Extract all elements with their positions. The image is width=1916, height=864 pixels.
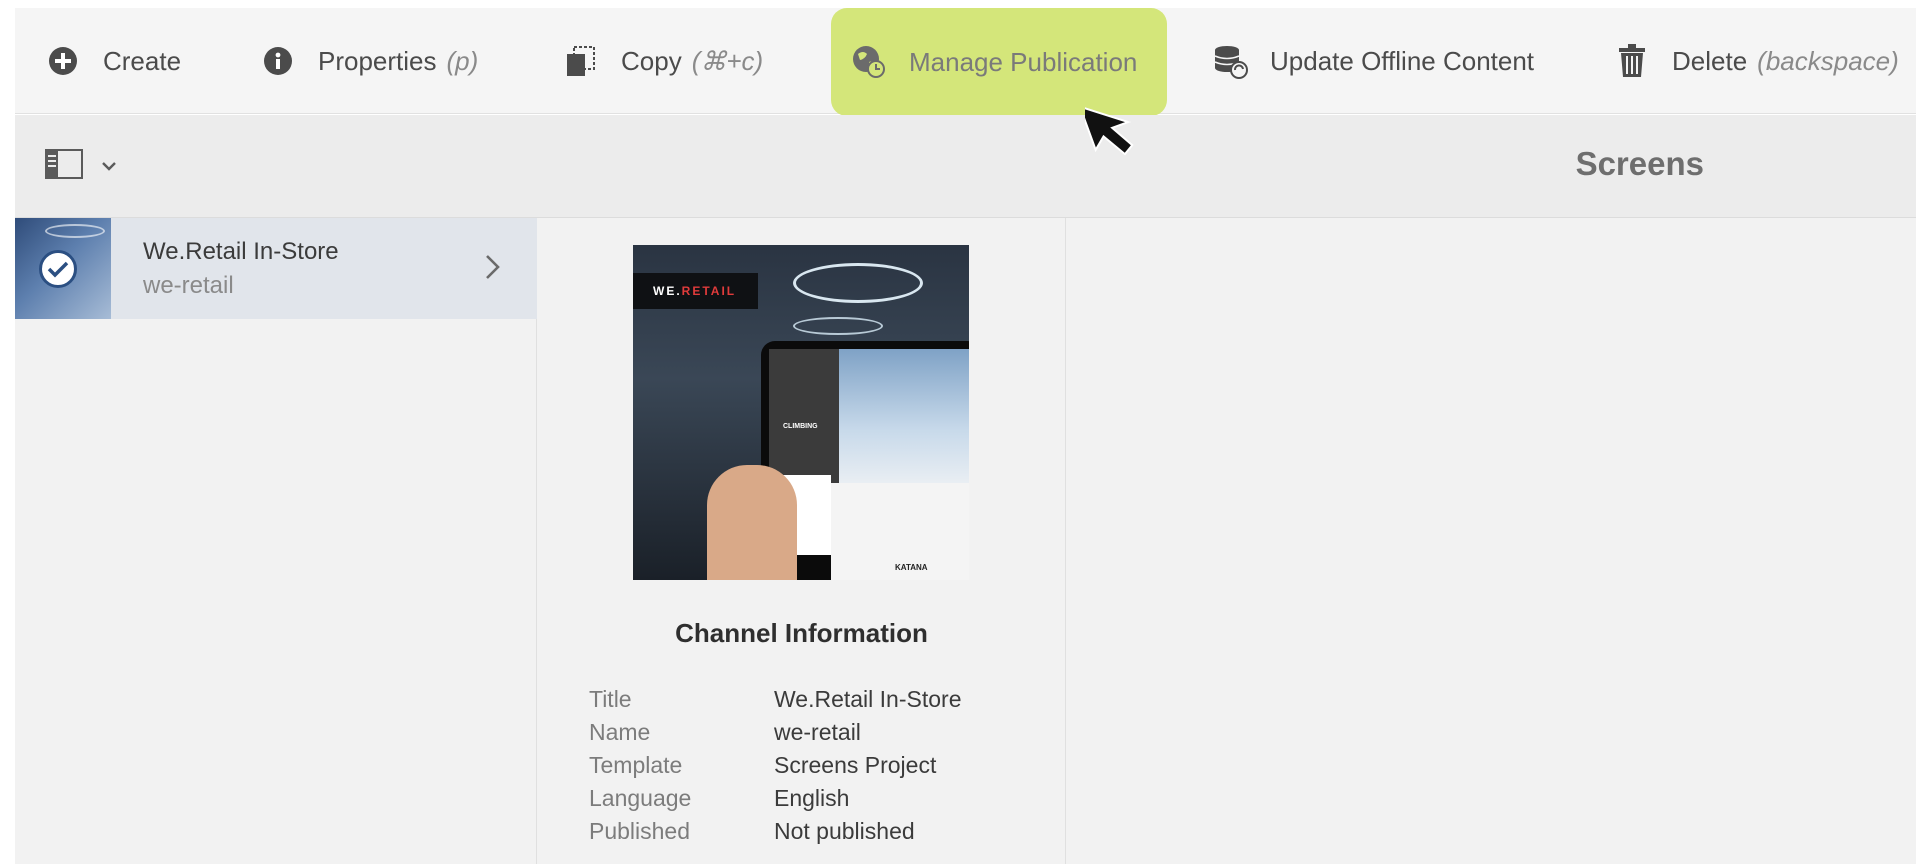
plus-circle-icon — [45, 43, 81, 79]
details-value: we-retail — [774, 719, 861, 745]
globe-clock-icon — [851, 44, 887, 80]
update-offline-content-label: Update Offline Content — [1270, 45, 1535, 76]
details-value: Screens Project — [774, 752, 937, 778]
properties-shortcut: (p) — [446, 45, 479, 76]
details-row: Name we-retail — [589, 716, 961, 749]
details-label: Language — [589, 785, 692, 811]
details-value: English — [774, 785, 850, 811]
details-row: Published Not published — [589, 815, 961, 848]
preview-tag: CLIMBING — [783, 423, 818, 430]
chevron-down-icon — [101, 158, 117, 176]
manage-publication-label: Manage Publication — [909, 46, 1138, 77]
details-label: Name — [589, 719, 651, 745]
delete-shortcut: (backspace) — [1757, 45, 1899, 76]
details-row: Template Screens Project — [589, 749, 961, 782]
item-title: We.Retail In-Store — [143, 238, 339, 265]
details-row: Title We.Retail In-Store — [589, 683, 961, 716]
column-empty — [1066, 218, 1916, 864]
chevron-right-icon — [485, 254, 501, 285]
details-row: Language English — [589, 782, 961, 815]
page-title: Screens — [1575, 145, 1704, 182]
preview-product: KATANA — [895, 563, 928, 572]
details-label: Template — [589, 752, 683, 778]
item-subtitle: we-retail — [143, 272, 234, 299]
channel-preview-image: WE. RETAIL CLIMBING KATANA — [633, 245, 969, 580]
brand-logo: WE. RETAIL — [633, 273, 758, 309]
column-details: WE. RETAIL CLIMBING KATANA Channel Inform… — [537, 218, 1066, 864]
column-list: We.Retail In-Store we-retail — [15, 218, 537, 864]
copy-icon — [563, 43, 599, 79]
delete-button[interactable]: Delete (backspace) — [1614, 8, 1899, 114]
update-offline-content-button[interactable]: Update Offline Content — [1212, 8, 1534, 114]
info-icon — [260, 43, 296, 79]
details-value: We.Retail In-Store — [774, 686, 962, 712]
delete-label: Delete — [1672, 45, 1748, 76]
mouse-cursor-icon — [1078, 96, 1157, 169]
details-heading: Channel Information — [675, 618, 928, 648]
details-value: Not published — [774, 818, 915, 844]
details-table: Title We.Retail In-Store Name we-retail … — [589, 683, 961, 848]
rail-toggle-button[interactable] — [45, 149, 117, 184]
trash-icon — [1614, 43, 1650, 79]
copy-label: Copy — [621, 45, 682, 76]
properties-button[interactable]: Properties (p) — [260, 8, 478, 114]
list-item[interactable]: We.Retail In-Store we-retail — [15, 218, 537, 319]
copy-shortcut: (⌘+c) — [691, 45, 764, 76]
checkmark-icon[interactable] — [39, 250, 77, 288]
properties-label: Properties — [318, 45, 437, 76]
details-label: Published — [589, 818, 691, 844]
database-refresh-icon — [1212, 43, 1248, 79]
create-button[interactable]: Create — [45, 8, 181, 114]
details-label: Title — [589, 686, 632, 712]
sidebar-icon — [45, 149, 83, 184]
content-header: Screens — [15, 115, 1916, 218]
copy-button[interactable]: Copy (⌘+c) — [563, 8, 763, 114]
action-toolbar: Create Properties (p) Copy (⌘+c) Manage … — [15, 8, 1916, 116]
create-label: Create — [103, 45, 182, 76]
